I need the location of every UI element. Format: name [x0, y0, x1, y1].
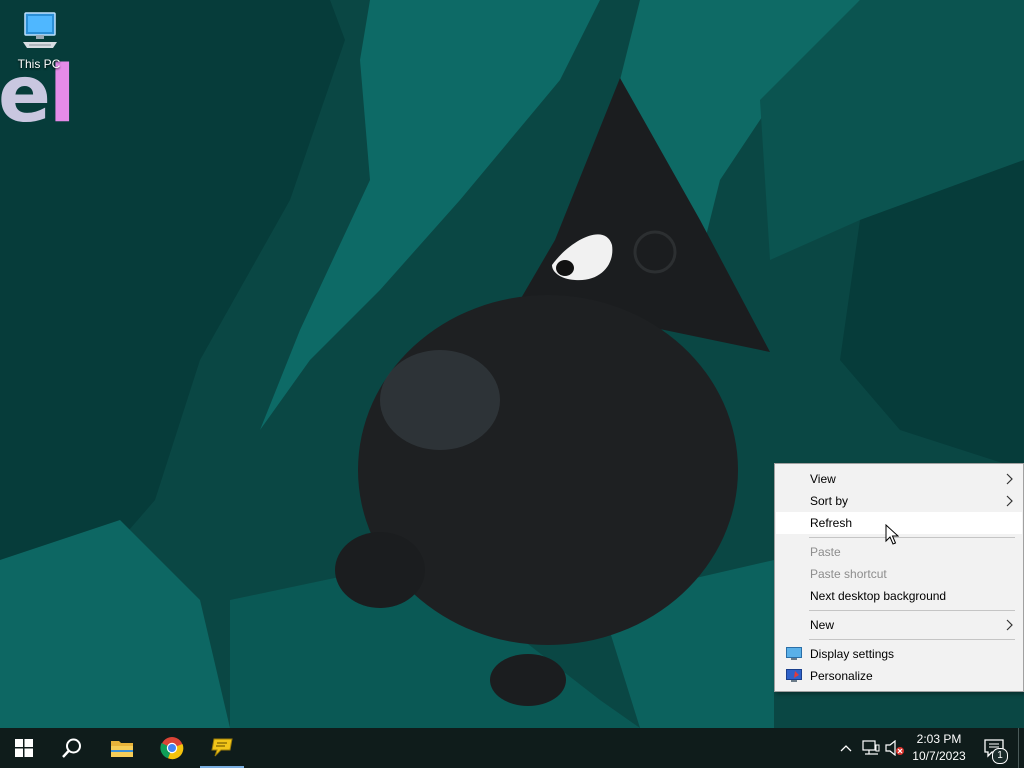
personalize-icon: [786, 669, 802, 682]
menu-item-refresh[interactable]: Refresh: [776, 512, 1022, 534]
chevron-up-icon: [840, 745, 852, 752]
chat-app-icon: [211, 738, 233, 757]
menu-item-label: Paste shortcut: [810, 567, 887, 581]
chevron-right-icon: [1006, 495, 1013, 507]
menu-item-label: Personalize: [810, 669, 873, 683]
menu-item-label: Paste: [810, 545, 841, 559]
desktop-icon-label: This PC: [17, 57, 61, 71]
menu-item-paste[interactable]: Paste: [776, 541, 1022, 563]
search-button[interactable]: [48, 728, 96, 768]
menu-item-next-desktop-background[interactable]: Next desktop background: [776, 585, 1022, 607]
menu-separator: [809, 639, 1015, 640]
menu-item-sort-by[interactable]: Sort by: [776, 490, 1022, 512]
start-icon: [15, 739, 33, 757]
start-button[interactable]: [0, 728, 48, 768]
display-settings-icon: [786, 647, 802, 660]
chevron-right-icon: [1006, 619, 1013, 631]
file-explorer-icon: [111, 741, 133, 757]
network-icon: [862, 740, 880, 755]
desktop-context-menu: View Sort by Refresh Paste Paste shortcu…: [774, 463, 1024, 692]
menu-item-new[interactable]: New: [776, 614, 1022, 636]
menu-item-label: View: [810, 472, 836, 486]
network-button[interactable]: [860, 728, 882, 768]
chrome-icon: [160, 737, 184, 760]
notification-count-badge: 1: [992, 748, 1008, 764]
menu-item-paste-shortcut[interactable]: Paste shortcut: [776, 563, 1022, 585]
computer-icon: [23, 12, 57, 48]
chevron-right-icon: [1006, 473, 1013, 485]
clock[interactable]: 2:03 PM 10/7/2023: [905, 731, 973, 765]
menu-item-personalize[interactable]: Personalize: [776, 665, 1022, 687]
desktop-icon-this-pc[interactable]: This PC: [10, 8, 68, 71]
search-icon: [62, 738, 81, 758]
mouse-cursor-icon: [885, 524, 899, 545]
menu-item-label: Display settings: [810, 647, 895, 661]
menu-separator: [809, 537, 1015, 538]
menu-item-view[interactable]: View: [776, 468, 1022, 490]
taskbar: 2:03 PM 10/7/2023: [0, 728, 1024, 768]
menu-item-display-settings[interactable]: Display settings: [776, 643, 1022, 665]
menu-item-label: New: [810, 618, 835, 632]
taskbar-file-explorer[interactable]: [98, 728, 146, 768]
menu-item-label: Refresh: [810, 516, 853, 530]
menu-separator: [809, 610, 1015, 611]
volume-button[interactable]: [884, 728, 906, 768]
show-desktop-button[interactable]: [1018, 728, 1024, 768]
notification-count: 1: [992, 748, 1008, 764]
taskbar-chat-app[interactable]: [198, 728, 246, 768]
menu-item-label: Sort by: [810, 494, 849, 508]
clock-time: 2:03 PM: [916, 732, 962, 746]
taskbar-chrome[interactable]: [148, 728, 196, 768]
menu-item-label: Next desktop background: [810, 589, 947, 603]
volume-muted-icon: [885, 740, 904, 756]
show-hidden-icons-button[interactable]: [836, 728, 856, 768]
clock-date: 10/7/2023: [912, 749, 966, 763]
